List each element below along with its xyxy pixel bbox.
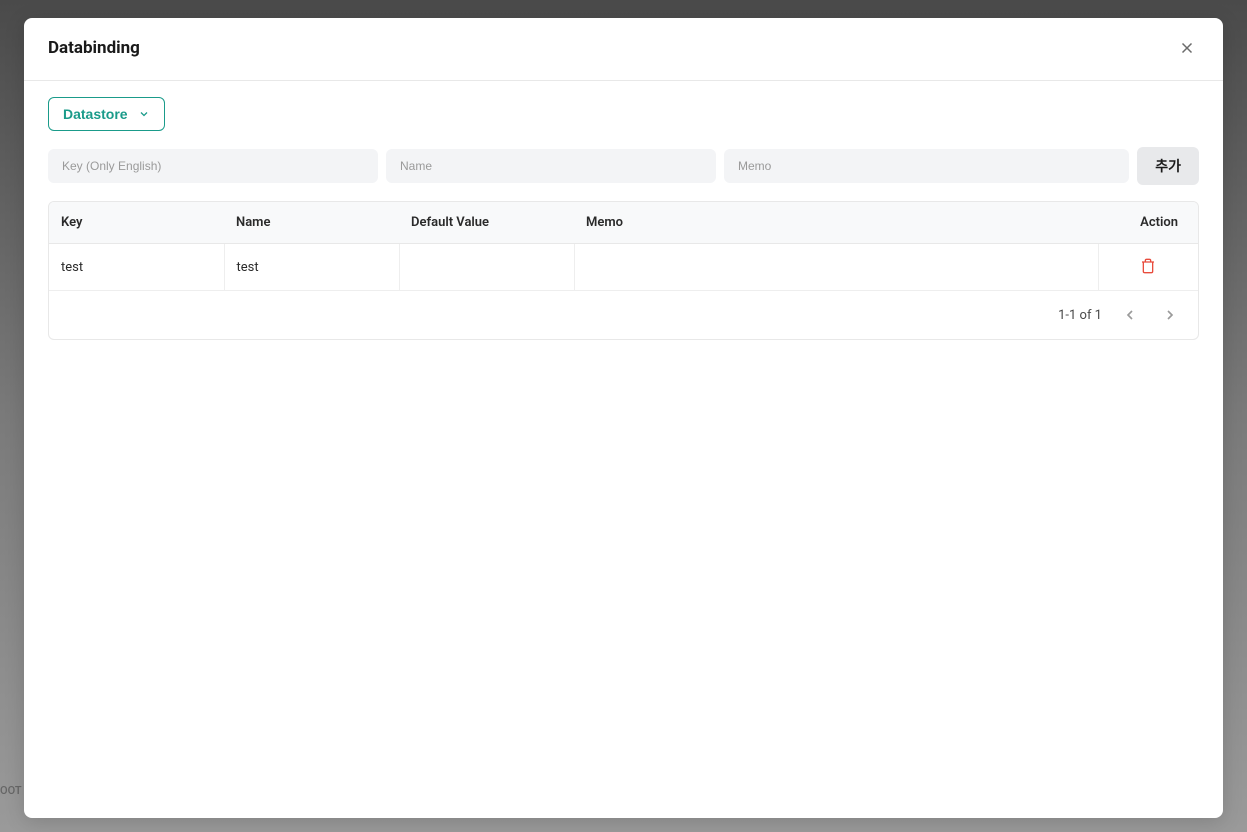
modal-title: Databinding bbox=[48, 38, 140, 58]
datastore-dropdown-label: Datastore bbox=[63, 106, 128, 122]
modal-header: Databinding bbox=[24, 18, 1223, 81]
pagination-next-button[interactable] bbox=[1158, 303, 1182, 327]
cell-default-value bbox=[399, 244, 574, 291]
modal-body: Datastore 추가 Key Name Default V bbox=[24, 81, 1223, 818]
cell-name: test bbox=[224, 244, 399, 291]
header-key: Key bbox=[49, 202, 224, 244]
name-input[interactable] bbox=[386, 149, 716, 183]
close-button[interactable] bbox=[1175, 36, 1199, 60]
key-input[interactable] bbox=[48, 149, 378, 183]
data-table: Key Name Default Value Memo Action test … bbox=[49, 202, 1198, 291]
cell-memo bbox=[574, 244, 1098, 291]
cell-key: test bbox=[49, 244, 224, 291]
table-header-row: Key Name Default Value Memo Action bbox=[49, 202, 1198, 244]
pagination-prev-button[interactable] bbox=[1118, 303, 1142, 327]
table-row: test test bbox=[49, 244, 1198, 291]
databinding-modal: Databinding Datastore 추가 bbox=[24, 18, 1223, 818]
chevron-right-icon bbox=[1162, 307, 1178, 323]
header-memo: Memo bbox=[574, 202, 1098, 244]
header-action: Action bbox=[1098, 202, 1198, 244]
chevron-left-icon bbox=[1122, 307, 1138, 323]
pagination: 1-1 of 1 bbox=[49, 291, 1198, 339]
modal-overlay: Databinding Datastore 추가 bbox=[0, 0, 1247, 832]
pagination-text: 1-1 of 1 bbox=[1058, 308, 1102, 323]
header-default-value: Default Value bbox=[399, 202, 574, 244]
memo-input[interactable] bbox=[724, 149, 1129, 183]
datastore-dropdown[interactable]: Datastore bbox=[48, 97, 165, 131]
table-container: Key Name Default Value Memo Action test … bbox=[48, 201, 1199, 340]
input-row: 추가 bbox=[48, 147, 1199, 185]
close-icon bbox=[1178, 39, 1196, 57]
trash-icon bbox=[1140, 258, 1156, 274]
delete-button[interactable] bbox=[1138, 256, 1158, 276]
chevron-down-icon bbox=[138, 108, 150, 120]
header-name: Name bbox=[224, 202, 399, 244]
add-button[interactable]: 추가 bbox=[1137, 147, 1199, 185]
cell-action bbox=[1098, 244, 1198, 291]
